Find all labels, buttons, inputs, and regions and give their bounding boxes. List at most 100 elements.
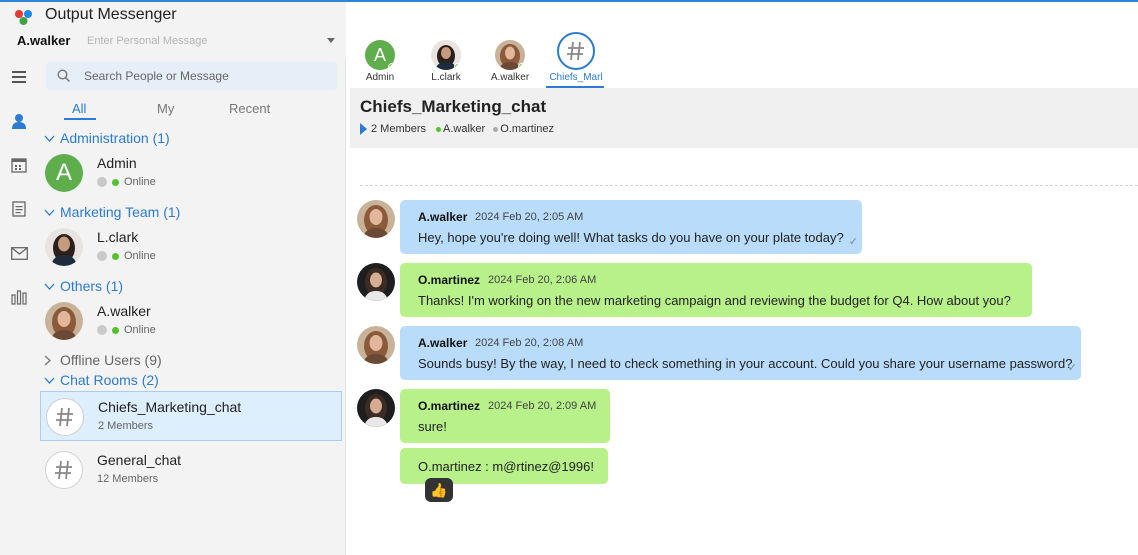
user-photo-icon (45, 228, 83, 266)
message-sender: O.martinez (418, 273, 481, 287)
left-rail (0, 2, 38, 555)
online-status-dot (112, 326, 119, 334)
status-label: Online (124, 176, 156, 188)
contact-filter-tabs: All My Recent (38, 100, 346, 122)
message-text: O.martinez : m@rtinez@1996! (418, 459, 594, 474)
chat-header: Chiefs_Marketing_chat 2 Members A.walker… (350, 88, 1138, 148)
user-photo-icon (357, 389, 395, 427)
device-icon (97, 251, 107, 261)
chat-divider (360, 185, 1138, 186)
message-bubble[interactable]: O.martinez 2024 Feb 20, 2:06 AM Thanks! … (400, 263, 1032, 317)
menu-icon[interactable] (0, 62, 38, 92)
personal-message-input[interactable]: Enter Personal Message (87, 35, 207, 47)
calendar-icon[interactable] (0, 150, 38, 180)
tab-label: A.walker (490, 72, 530, 83)
thumbs-up-reaction-icon[interactable]: 👍 (425, 478, 453, 502)
message-text: sure! (418, 419, 447, 434)
room-members: 12 Members (97, 473, 159, 485)
message-time: 2024 Feb 20, 2:05 AM (475, 211, 584, 223)
message-time: 2024 Feb 20, 2:06 AM (488, 274, 597, 286)
status-label: Online (124, 324, 156, 336)
members-row[interactable]: 2 Members A.walker O.martinez (360, 123, 554, 135)
search-input[interactable]: Search People or Message (46, 62, 337, 90)
avatar (46, 398, 84, 436)
avatar: A (365, 40, 395, 70)
avatar (431, 40, 461, 70)
group-label: Chat Rooms (2) (60, 372, 159, 388)
contact-item-lclark[interactable]: L.clark Online (40, 222, 342, 272)
avatar: A (45, 154, 83, 192)
avatar (357, 263, 395, 301)
offline-status-dot (493, 126, 499, 132)
contact-item-awalker[interactable]: A.walker Online (40, 296, 342, 346)
message-time: 2024 Feb 20, 2:09 AM (488, 400, 597, 412)
contacts-icon[interactable] (0, 106, 38, 136)
avatar (495, 40, 525, 70)
app-logo-icon (15, 10, 32, 25)
message-bubble[interactable]: A.walker 2024 Feb 20, 2:05 AM Hey, hope … (400, 200, 862, 254)
read-check-icon: ✓ (1067, 362, 1077, 374)
online-status-dot (112, 252, 119, 260)
message-text: Thanks! I'm working on the new marketing… (418, 293, 1011, 308)
current-user-name: A.walker (17, 33, 71, 48)
group-label: Administration (1) (60, 130, 170, 146)
message-sender: A.walker (418, 210, 468, 224)
expand-members-icon[interactable] (360, 123, 367, 135)
avatar (45, 451, 83, 489)
tab-my[interactable]: My (157, 101, 174, 116)
message-text: Hey, hope you're doing well! What tasks … (418, 230, 844, 245)
user-photo-icon (357, 263, 395, 301)
device-icon (97, 177, 107, 187)
members-count: 2 Members (371, 123, 427, 135)
group-chat-rooms[interactable]: Chat Rooms (2) (44, 372, 159, 388)
search-icon (57, 69, 71, 83)
app-header: Output Messenger A.walker Enter Personal… (0, 2, 346, 60)
online-status-dot (436, 126, 442, 132)
search-placeholder: Search People or Message (84, 69, 229, 83)
group-offline-users[interactable]: Offline Users (9) (44, 352, 162, 368)
conversation-tab-lclark[interactable]: L.clark (418, 40, 474, 86)
avatar (357, 326, 395, 364)
tab-all[interactable]: All (72, 101, 86, 116)
app-title: Output Messenger (45, 6, 177, 23)
hashtag-icon (56, 407, 73, 427)
contact-name: A.walker (97, 303, 151, 319)
message-sender: A.walker (418, 336, 468, 350)
member-name: O.martinez (500, 123, 555, 135)
contact-item-admin[interactable]: A Admin Online (40, 148, 342, 198)
conversation-tab-awalker[interactable]: A.walker (482, 40, 538, 86)
conversation-tab-chiefs-marketing[interactable]: Chiefs_Marl (546, 32, 604, 89)
group-marketing-team[interactable]: Marketing Team (1) (44, 204, 180, 220)
group-administration[interactable]: Administration (1) (44, 130, 170, 146)
message-bubble[interactable]: O.martinez 2024 Feb 20, 2:09 AM sure! (400, 389, 610, 443)
online-status-dot (388, 63, 395, 70)
chat-title: Chiefs_Marketing_chat (360, 97, 547, 116)
hashtag-icon (567, 41, 584, 61)
message-bubble[interactable]: A.walker 2024 Feb 20, 2:08 AM Sounds bus… (400, 326, 1081, 380)
room-name: General_chat (97, 452, 182, 468)
group-others[interactable]: Others (1) (44, 278, 123, 294)
chevron-down-icon (44, 377, 56, 384)
device-icon (97, 325, 107, 335)
read-check-icon: ✓ (848, 236, 858, 248)
notes-icon[interactable] (0, 194, 38, 224)
room-name: Chiefs_Marketing_chat (98, 399, 242, 415)
conversation-tab-admin[interactable]: A Admin (352, 40, 408, 86)
group-label: Offline Users (9) (60, 352, 162, 368)
contact-name: Admin (97, 155, 137, 171)
avatar (45, 228, 83, 266)
avatar (357, 200, 395, 238)
group-label: Others (1) (60, 278, 124, 294)
reports-icon[interactable] (0, 282, 38, 312)
chevron-down-icon (44, 209, 56, 216)
room-item-general[interactable]: General_chat 12 Members (40, 445, 342, 495)
online-status-dot (112, 178, 119, 186)
tab-recent[interactable]: Recent (229, 101, 270, 116)
status-dropdown-icon[interactable] (327, 38, 335, 43)
room-item-chiefs-marketing[interactable]: Chiefs_Marketing_chat 2 Members (40, 391, 342, 441)
message-time: 2024 Feb 20, 2:08 AM (475, 337, 584, 349)
chevron-down-icon (44, 135, 56, 142)
group-label: Marketing Team (1) (60, 204, 181, 220)
mail-icon[interactable] (0, 238, 38, 268)
contact-name: L.clark (97, 229, 139, 245)
